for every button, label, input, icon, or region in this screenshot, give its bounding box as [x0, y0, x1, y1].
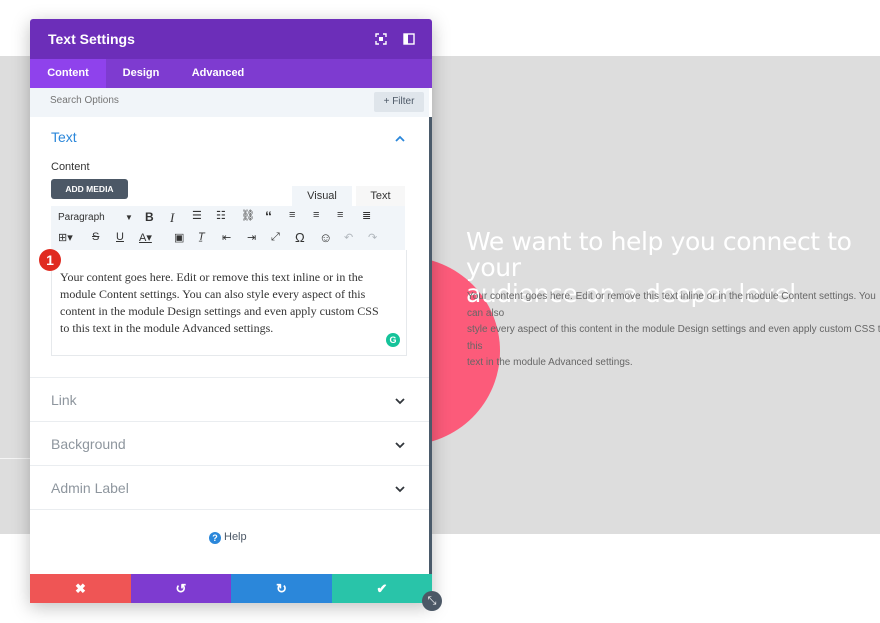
tab-advanced[interactable]: Advanced [176, 59, 260, 88]
bullet-list-icon[interactable]: ☰ [192, 209, 202, 222]
editor-text-tab[interactable]: Text [356, 186, 405, 206]
modal-header: Text Settings [30, 19, 432, 59]
emoji-icon[interactable]: ☺ [319, 230, 332, 245]
sidebar-toggle-icon[interactable] [403, 33, 415, 45]
undo-button[interactable]: ↺ [131, 574, 231, 603]
undo-icon[interactable]: ↶ [344, 231, 353, 244]
align-justify-icon[interactable]: ≣ [362, 209, 371, 222]
modal-footer: ✖ ↺ ↻ ✔ [30, 574, 432, 603]
step-badge: 1 [39, 249, 61, 271]
link-group-title[interactable]: Link [51, 392, 77, 408]
underline-icon[interactable]: U [116, 231, 124, 243]
indent-icon[interactable]: ⇥ [247, 231, 256, 244]
special-character-icon[interactable]: Ω [295, 230, 305, 245]
help-label: Help [224, 531, 247, 543]
modal-title: Text Settings [48, 31, 135, 47]
table-icon[interactable]: ⊞▾ [58, 231, 73, 244]
help-icon: ? [209, 532, 221, 544]
editor-text[interactable]: Your content goes here. Edit or remove t… [60, 269, 400, 337]
outdent-icon[interactable]: ⇤ [222, 231, 231, 244]
background-group-title[interactable]: Background [51, 436, 126, 452]
text-settings-modal: Text Settings Content Design Advanced + … [30, 19, 432, 603]
chevron-down-icon[interactable] [394, 397, 406, 405]
filter-button[interactable]: + Filter [374, 92, 424, 112]
clear-formatting-icon[interactable]: Ṯ [198, 231, 205, 243]
tab-content[interactable]: Content [30, 59, 106, 88]
discard-button[interactable]: ✖ [30, 574, 131, 603]
divider [30, 421, 429, 422]
redo-button[interactable]: ↻ [231, 574, 332, 603]
numbered-list-icon[interactable]: ☷ [216, 209, 226, 222]
help-link[interactable]: ? Help [209, 531, 247, 544]
page-body-text[interactable]: Your content goes here. Edit or remove t… [467, 289, 880, 372]
align-right-icon[interactable]: ≡ [337, 209, 343, 221]
chevron-down-icon[interactable] [394, 485, 406, 493]
search-input[interactable] [50, 95, 250, 106]
align-center-icon[interactable]: ≡ [313, 209, 319, 221]
scrollbar[interactable] [429, 117, 432, 595]
content-editor[interactable]: Your content goes here. Edit or remove t… [51, 250, 407, 356]
divider [30, 509, 429, 510]
resize-handle-icon[interactable]: ⤡ [422, 591, 442, 611]
admin-label-group-title[interactable]: Admin Label [51, 480, 129, 496]
add-media-button[interactable]: ADD MEDIA [51, 179, 128, 199]
editor-visual-tab[interactable]: Visual [292, 186, 352, 206]
bold-icon[interactable]: B [145, 210, 154, 224]
content-field-label: Content [51, 161, 90, 173]
save-button[interactable]: ✔ [332, 574, 432, 603]
chevron-up-icon[interactable] [394, 135, 406, 143]
strikethrough-icon[interactable]: S [92, 231, 99, 243]
divider [30, 465, 429, 466]
expand-icon[interactable] [375, 33, 387, 45]
link-icon[interactable]: ⛓ [241, 209, 255, 222]
fullscreen-icon[interactable]: ⤢ [271, 231, 280, 244]
search-row: + Filter [30, 88, 429, 117]
divider [30, 377, 429, 378]
text-color-icon[interactable]: A▾ [139, 231, 152, 244]
caret-down-icon[interactable]: ▼ [125, 213, 133, 222]
paste-text-icon[interactable]: ▣ [174, 231, 184, 244]
format-select[interactable]: Paragraph [58, 212, 105, 223]
text-group-title[interactable]: Text [51, 129, 77, 145]
align-left-icon[interactable]: ≡ [289, 209, 295, 221]
tab-design[interactable]: Design [106, 59, 176, 88]
editor-toolbar: Paragraph ▼ B I ☰ ☷ ⛓ “ ≡ ≡ ≡ ≣ ⊞▾ S U A… [51, 206, 405, 251]
grammarly-icon[interactable]: G [386, 333, 400, 347]
modal-tabs: Content Design Advanced [30, 59, 432, 88]
blockquote-icon[interactable]: “ [265, 208, 272, 224]
chevron-down-icon[interactable] [394, 441, 406, 449]
redo-icon[interactable]: ↷ [368, 231, 377, 244]
italic-icon[interactable]: I [170, 210, 174, 226]
